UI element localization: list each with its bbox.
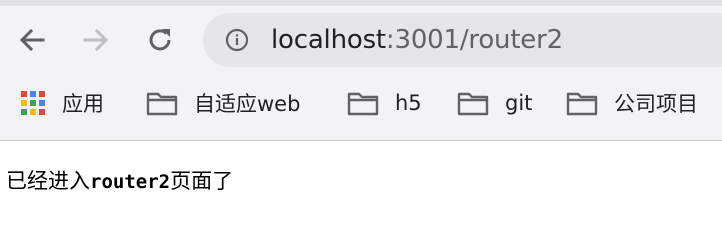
message-route: router2 <box>90 171 171 193</box>
address-bar[interactable]: localhost:3001/router2 <box>203 13 722 67</box>
page-content: 已经进入router2页面了 <box>0 141 722 252</box>
bookmark-folder-company-projects[interactable]: 公司项目 <box>566 88 698 118</box>
url-text[interactable]: localhost:3001/router2 <box>271 25 563 55</box>
forward-button[interactable] <box>79 23 113 57</box>
folder-icon <box>566 92 598 116</box>
arrow-left-icon <box>19 28 45 52</box>
bookmarks-bar: 应用 自适应web h5 git 公司项目 <box>0 80 722 126</box>
arrow-right-icon <box>83 28 109 52</box>
browser-chrome: localhost:3001/router2 应用 自适应web h5 git … <box>0 0 722 141</box>
bookmark-apps-label: 应用 <box>62 92 104 116</box>
info-icon[interactable] <box>225 28 249 52</box>
browser-toolbar: localhost:3001/router2 <box>0 6 722 74</box>
bookmark-label: 自适应web <box>194 92 301 116</box>
reload-icon <box>149 29 171 51</box>
back-button[interactable] <box>15 23 49 57</box>
bookmark-folder-responsive-web[interactable]: 自适应web <box>146 88 300 118</box>
bookmark-folder-h5[interactable]: h5 <box>347 88 422 118</box>
message-suffix: 页面了 <box>170 169 234 193</box>
bookmark-label: 公司项目 <box>614 92 698 116</box>
bookmark-folder-git[interactable]: git <box>457 88 532 118</box>
url-host: localhost <box>271 25 386 55</box>
folder-icon <box>146 92 178 116</box>
bookmark-label: h5 <box>395 91 422 115</box>
folder-icon <box>457 92 489 116</box>
folder-icon <box>347 92 379 116</box>
bookmark-label: git <box>505 91 533 115</box>
message-prefix: 已经进入 <box>6 169 90 193</box>
bookmark-apps[interactable]: 应用 <box>20 88 104 118</box>
apps-grid-icon <box>21 91 45 115</box>
page-message: 已经进入router2页面了 <box>6 165 233 195</box>
url-path: :3001/router2 <box>385 25 563 55</box>
reload-button[interactable] <box>143 23 177 57</box>
